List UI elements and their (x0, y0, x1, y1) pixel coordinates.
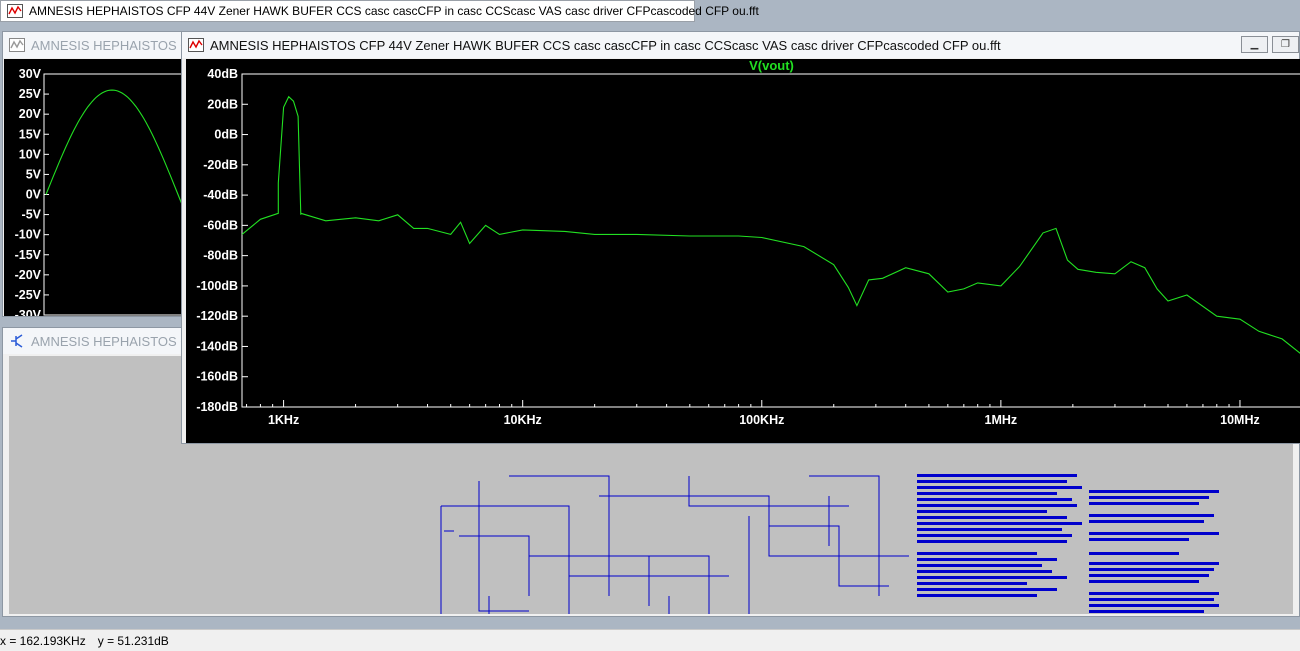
y-tick-label: -40dB (203, 188, 238, 202)
minimize-button[interactable]: ▁ (1241, 36, 1268, 53)
time-y-tick-label: 20V (19, 107, 42, 121)
time-waveform-line (45, 89, 192, 229)
y-tick-label: -60dB (203, 218, 238, 232)
time-y-tick-label: -25V (15, 288, 42, 302)
y-tick-label: 40dB (207, 67, 238, 81)
time-y-tick-label: 15V (19, 127, 42, 141)
app-title: AMNESIS HEPHAISTOS CFP 44V Zener HAWK BU… (29, 4, 759, 18)
time-window-title-bar[interactable]: AMNESIS HEPHAISTOS CFP 44V Zener HAWK BU… (3, 32, 191, 58)
y-tick-label: 20dB (207, 97, 238, 111)
x-tick-label: 100KHz (739, 413, 784, 427)
x-tick-label: 1MHz (985, 413, 1018, 427)
time-y-tick-label: 30V (19, 67, 42, 81)
time-y-tick-label: 10V (19, 147, 42, 161)
y-tick-label: -80dB (203, 249, 238, 263)
transistor-icon (9, 334, 25, 348)
y-tick-label: -140dB (196, 339, 238, 353)
series-line-vout (241, 95, 1300, 354)
x-readout: x = 162.193KHz (0, 633, 86, 648)
fft-window-title-bar[interactable]: AMNESIS HEPHAISTOS CFP 44V Zener HAWK BU… (182, 32, 1299, 58)
y-tick-label: -180dB (196, 400, 238, 414)
time-plot-area[interactable]: 30V 25V 20V 15V 10V 5V 0V -5V -10V -15V -20V -25V -3… (4, 59, 192, 316)
time-y-tick-label: -10V (15, 228, 42, 242)
app-title-bar: AMNESIS HEPHAISTOS CFP 44V Zener HAWK BU… (0, 0, 759, 22)
waveform-icon (9, 38, 25, 52)
y-tick-label: -160dB (196, 370, 238, 384)
plot-frame (241, 73, 1300, 408)
x-tick-label: 1KHz (268, 413, 299, 427)
y-tick-label: -20dB (203, 158, 238, 172)
waveform-icon (7, 4, 23, 18)
status-bar: x = 162.193KHz y = 51.231dB (0, 629, 1300, 651)
y-tick-label: -100dB (196, 279, 238, 293)
fft-plot-svg[interactable]: V(vout) 40dB 20dB 0dB -20dB -40dB -60dB -80dB -1… (186, 59, 1300, 443)
x-tick-label: 10KHz (504, 413, 542, 427)
time-plot-frame (43, 73, 192, 316)
time-y-tick-label: -5V (22, 208, 42, 222)
restore-button[interactable]: ❐ (1272, 36, 1299, 53)
fft-window-title: AMNESIS HEPHAISTOS CFP 44V Zener HAWK BU… (210, 37, 1001, 53)
fft-window-controls: ▁ ❐ (1241, 36, 1299, 53)
waveform-icon (188, 38, 204, 52)
y-tick-label: 0dB (214, 128, 238, 142)
fft-window[interactable]: AMNESIS HEPHAISTOS CFP 44V Zener HAWK BU… (181, 31, 1300, 444)
time-y-tick-label: -30V (15, 308, 42, 316)
minimize-icon: ▁ (1250, 39, 1259, 50)
time-y-tick-label: -15V (15, 248, 42, 262)
x-tick-label: 10MHz (1220, 413, 1260, 427)
time-y-tick-label: 0V (26, 188, 42, 202)
time-window-title: AMNESIS HEPHAISTOS CFP 44V Zener HAWK BU… (31, 37, 191, 53)
time-waveform-window[interactable]: AMNESIS HEPHAISTOS CFP 44V Zener HAWK BU… (2, 31, 192, 317)
fft-plot-area[interactable]: V(vout) 40dB 20dB 0dB -20dB -40dB -60dB -80dB -1… (186, 59, 1300, 443)
y-readout: y = 51.231dB (97, 633, 169, 648)
chart-title: V(vout) (749, 59, 794, 73)
time-y-tick-label: 25V (19, 87, 42, 101)
time-y-tick-label: 5V (26, 167, 42, 181)
time-y-tick-label: -20V (15, 268, 42, 282)
y-tick-label: -120dB (196, 309, 238, 323)
restore-icon: ❐ (1281, 39, 1290, 50)
